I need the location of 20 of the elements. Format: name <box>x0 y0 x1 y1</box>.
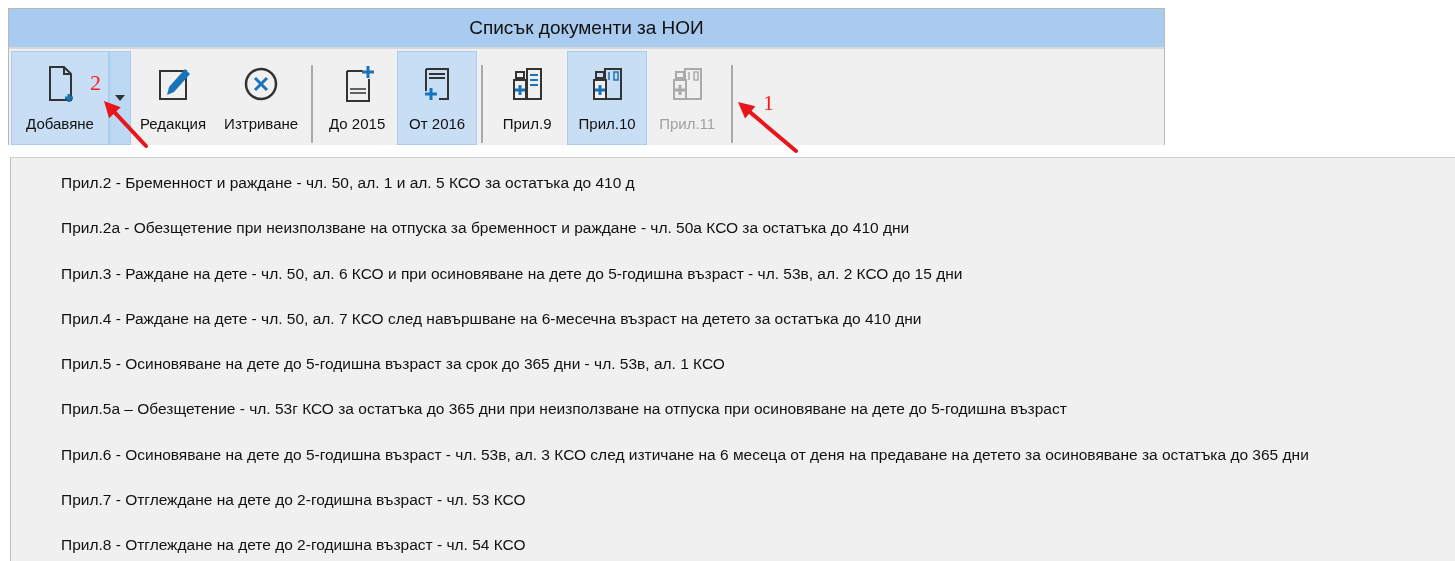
caret-icon <box>115 95 125 101</box>
toolbar-button[interactable]: До 2015 <box>317 51 398 145</box>
annotation-number: 2 <box>90 70 101 96</box>
toolbar-button[interactable]: Изтриване <box>215 51 308 145</box>
menu-item[interactable]: Прил.5а – Обезщетение - чл. 53г КСО за остатъка до 365 дни при неизползване на отпуска при осиновяване на дете до 5-годишна възраст <box>61 394 1455 440</box>
menu-item[interactable]: Прил.2 - Бременност и раждане - чл. 50, ал. 1 и ал. 5 КСО за остатъка до 410 д <box>61 168 1455 214</box>
menu-item[interactable]: Прил.3 - Раждане на дете - чл. 50, ал. 6 КСО и при осиновяване на дете до 5-годишна възраст - чл. 53в, ал. 2 КСО до 15 дни <box>61 258 1455 304</box>
menu-item[interactable]: Прил.2а - Обезщетение при неизползване на отпуска за бременност и раждане - чл. 50а КСО за остатъка до 410 дни <box>61 213 1455 259</box>
menu-item[interactable]: Прил.6 - Осиновяване на дете до 5-годишна възраст - чл. 53в, ал. 3 КСО след изтичане на 6 месеца от деня на предаване на детето за осиновяване за остатъка до 365 дни <box>61 439 1455 486</box>
menu-item[interactable]: Прил.5 - Осиновяване на дете до 5-годишна възраст за срок до 365 дни - чл. 53в, ал. 1 КСО <box>61 349 1455 395</box>
menu-item[interactable]: Прил.8 - Отглеждане на дете до 2-годишна възраст - чл. 54 КСО <box>61 530 1455 561</box>
window-title: Списък документи за НОИ <box>9 9 1164 49</box>
dropdown-button[interactable] <box>109 51 131 145</box>
toolbar-button[interactable]: Прил.9 <box>487 51 568 145</box>
toolbar-button[interactable]: Редакция <box>131 51 216 145</box>
menu-item[interactable]: Прил.7 - Отглеждане на дете до 2-годишна възраст - чл. 53 КСО <box>61 485 1455 531</box>
annotation-number: 1 <box>763 90 774 116</box>
menu-item[interactable]: Прил.4 - Раждане на дете - чл. 50, ал. 7 КСО след навършване на 6-месечна възраст на детето за остатъка до 410 дни <box>61 303 1455 350</box>
toolbar-button[interactable]: Прил.10 <box>567 51 648 145</box>
toolbar-button[interactable]: От 2016 <box>397 51 478 145</box>
